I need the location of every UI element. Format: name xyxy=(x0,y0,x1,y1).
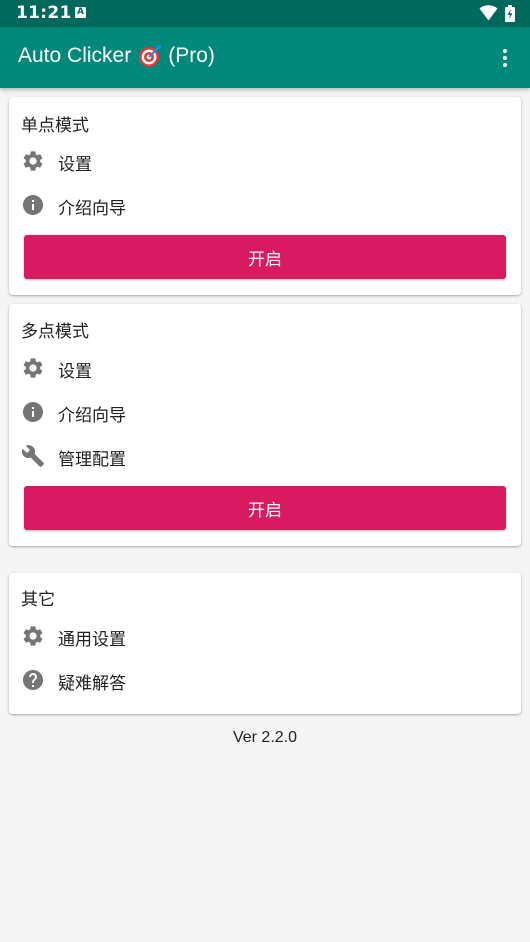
general-settings-label: 通用设置 xyxy=(58,630,126,650)
more-vert-icon-dot xyxy=(503,56,507,60)
multi-mode-guide-label: 介绍向导 xyxy=(58,406,126,426)
multi-mode-guide-item[interactable]: 介绍向导 xyxy=(9,392,521,432)
notification-a-icon: A xyxy=(75,7,86,18)
single-mode-title: 单点模式 xyxy=(21,116,89,136)
multi-mode-card: 多点模式 设置 介绍向导 管理配置 开启 xyxy=(9,304,521,546)
app-bar: Auto Clicker (Pro) xyxy=(0,27,530,88)
single-mode-guide-item[interactable]: 介绍向导 xyxy=(9,185,521,225)
single-mode-settings-item[interactable]: 设置 xyxy=(9,141,521,181)
single-mode-start-button[interactable]: 开启 xyxy=(24,235,506,279)
more-vert-icon-dot xyxy=(503,49,507,53)
info-icon xyxy=(21,193,45,217)
more-vert-icon-dot xyxy=(503,63,507,67)
multi-mode-start-button[interactable]: 开启 xyxy=(24,486,506,530)
app-title: Auto Clicker (Pro) xyxy=(18,44,215,68)
app-title-suffix: (Pro) xyxy=(168,44,215,67)
multi-mode-title: 多点模式 xyxy=(21,322,89,342)
single-mode-settings-label: 设置 xyxy=(58,155,92,175)
single-mode-card: 单点模式 设置 介绍向导 开启 xyxy=(9,97,521,295)
status-time: 11:21 xyxy=(16,3,72,23)
other-card: 其它 通用设置 疑难解答 xyxy=(9,573,521,714)
app-title-text: Auto Clicker xyxy=(18,44,132,67)
battery-icon xyxy=(505,5,515,22)
more-options-button[interactable] xyxy=(492,43,518,73)
general-settings-item[interactable]: 通用设置 xyxy=(9,616,521,656)
wifi-icon xyxy=(479,5,498,21)
info-icon xyxy=(21,400,45,424)
status-bar: 11:21 A xyxy=(0,0,530,27)
troubleshooting-item[interactable]: 疑难解答 xyxy=(9,660,521,700)
wrench-icon xyxy=(21,444,45,468)
target-icon xyxy=(139,45,162,67)
multi-mode-settings-item[interactable]: 设置 xyxy=(9,348,521,388)
multi-mode-manage-config-item[interactable]: 管理配置 xyxy=(9,436,521,476)
other-title: 其它 xyxy=(21,590,55,610)
gear-icon xyxy=(21,149,45,173)
gear-icon xyxy=(21,624,45,648)
troubleshooting-label: 疑难解答 xyxy=(58,674,126,694)
multi-mode-manage-config-label: 管理配置 xyxy=(58,450,126,470)
version-label: Ver 2.2.0 xyxy=(232,729,298,746)
multi-mode-settings-label: 设置 xyxy=(58,362,92,382)
help-icon xyxy=(21,668,45,692)
single-mode-guide-label: 介绍向导 xyxy=(58,199,126,219)
gear-icon xyxy=(21,356,45,380)
